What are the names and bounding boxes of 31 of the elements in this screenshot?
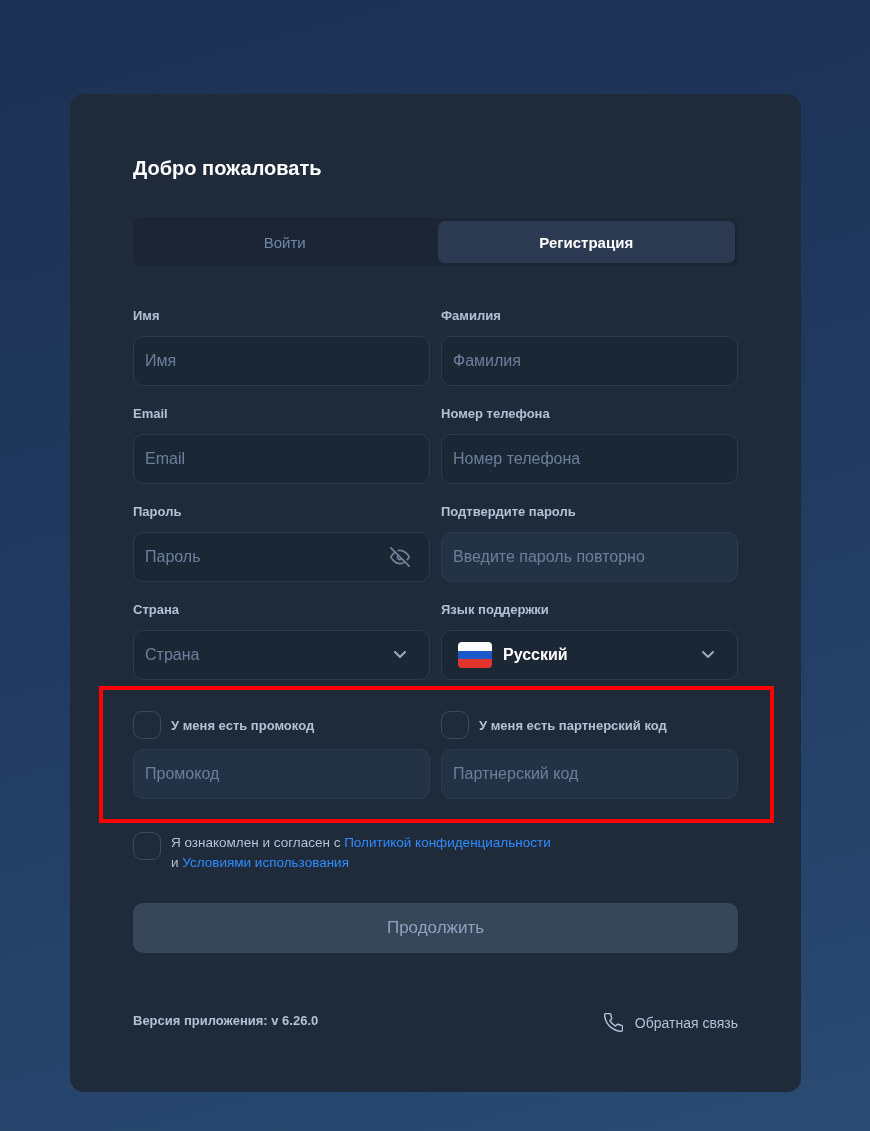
field-label: Email	[133, 406, 168, 422]
checkbox-label: У меня есть партнерский код	[479, 717, 667, 733]
field-label: Номер телефона	[441, 406, 550, 422]
chevron-down-icon	[702, 651, 714, 659]
field-label: Язык поддержки	[441, 602, 549, 618]
input-field[interactable]: Номер телефона	[441, 434, 738, 484]
eye-slash-icon	[390, 547, 410, 567]
language-dropdown[interactable]: Русский	[441, 630, 738, 680]
policy-link[interactable]: Политикой конфиденциальности	[344, 835, 551, 850]
input-field[interactable]: Email	[133, 434, 430, 484]
field-label: Имя	[133, 308, 160, 324]
dropdown-field[interactable]: Страна	[133, 630, 430, 680]
flag-icon	[458, 642, 492, 668]
tab[interactable]: Регистрация	[437, 221, 735, 263]
agreement-text: Я ознакомлен и согласен с Политикой конфиденциальности и Условиями использования	[171, 834, 551, 872]
phone-icon	[603, 1013, 623, 1032]
field-label: Пароль	[133, 504, 182, 520]
field-label: Фамилия	[441, 308, 501, 324]
tab[interactable]: Войти	[136, 221, 434, 263]
checkbox[interactable]	[133, 832, 161, 860]
input-field[interactable]: Имя	[133, 336, 430, 386]
version-text: Версия приложения: v 6.26.0	[133, 1012, 319, 1028]
checkbox-label: У меня есть промокод	[171, 717, 315, 733]
feedback-link[interactable]: Обратная связь	[603, 1013, 738, 1032]
input-field[interactable]: Фамилия	[441, 336, 738, 386]
field-label: Подтвердите пароль	[441, 504, 576, 520]
password-field[interactable]: Пароль	[133, 532, 430, 582]
field-label: Страна	[133, 602, 179, 618]
policy-link[interactable]: Условиями использования	[182, 855, 349, 870]
welcome-title: Добро пожаловать	[133, 156, 322, 180]
chevron-down-icon	[394, 651, 406, 659]
